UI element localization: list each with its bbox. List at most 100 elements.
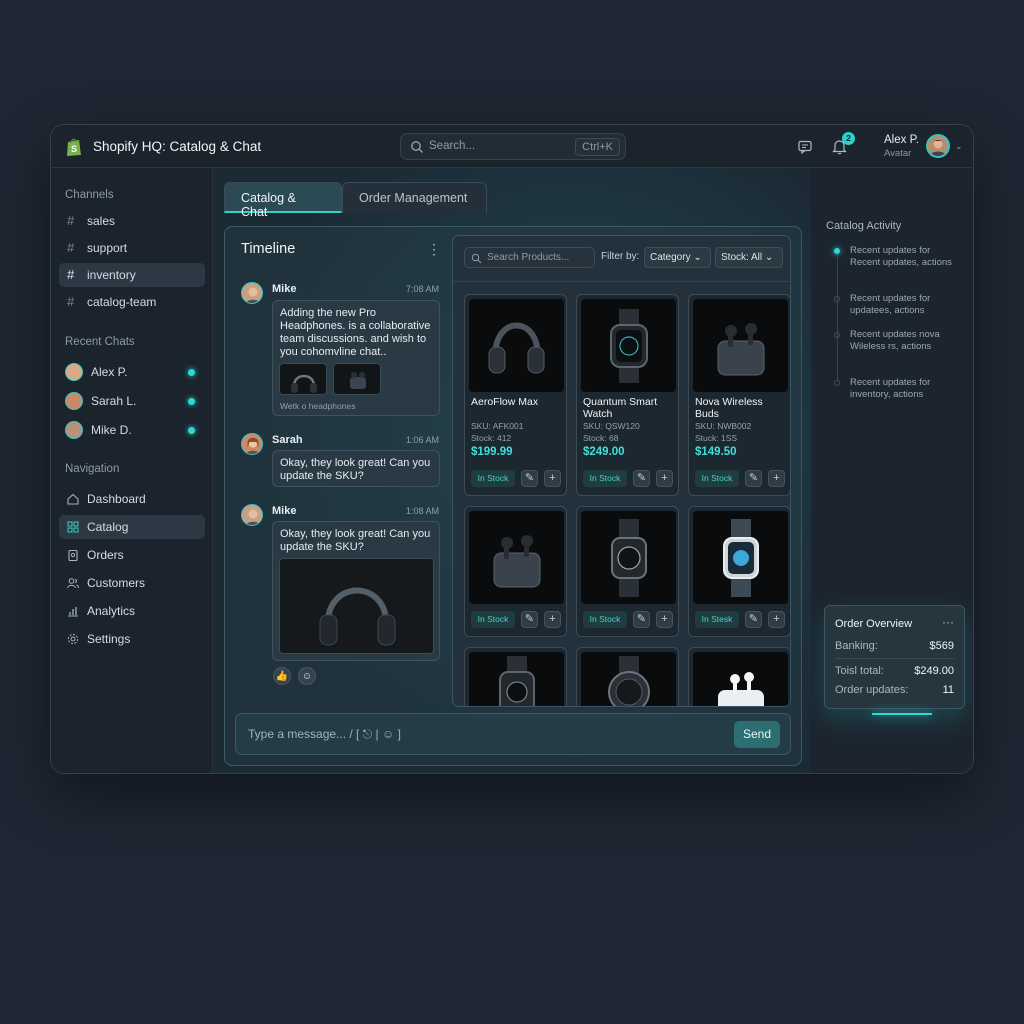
app-window: S Shopify HQ: Catalog & Chat Search... C…: [50, 124, 974, 774]
card-glow: [872, 713, 932, 715]
order-overview-card: Order Overview ··· Banking: $569 Toisl t…: [824, 605, 965, 709]
message-text: Okay, they look great! Can you update th…: [280, 457, 431, 482]
add-reaction-button[interactable]: ☺: [298, 667, 316, 685]
send-button[interactable]: Send: [734, 721, 780, 748]
channel-inventory[interactable]: # inventory: [59, 263, 205, 287]
headphones-thumbnail[interactable]: [279, 363, 327, 395]
nav-catalog[interactable]: Catalog: [59, 515, 205, 539]
product-image: [469, 511, 564, 604]
category-dropdown[interactable]: Category ⌄: [644, 247, 711, 268]
tab-catalog-chat[interactable]: Catalog & Chat: [224, 182, 342, 219]
product-card[interactable]: Quantum Smart Watch SKU: QSW120 Stock: 6…: [576, 294, 679, 496]
timeline-more-icon[interactable]: ⋮: [427, 241, 441, 258]
product-sku: SKU: QSW120: [583, 421, 640, 431]
product-card[interactable]: In Stock ✎ +: [464, 506, 567, 637]
earbuds-thumbnail[interactable]: [333, 363, 381, 395]
thumbs-up-reaction[interactable]: 👍: [273, 667, 291, 685]
product-card[interactable]: In Stesk ✎ +: [688, 506, 790, 637]
product-card[interactable]: AeroFlow Max SKU: AFK001 Stock: 412 $199…: [464, 294, 567, 496]
product-image: [693, 511, 788, 604]
product-name: Quantum Smart Watch: [583, 396, 658, 420]
stock-value: Stock: All: [721, 252, 763, 263]
add-icon[interactable]: +: [544, 470, 561, 487]
timeline-title: Timeline: [241, 241, 296, 257]
in-stock-badge: In Stock: [695, 470, 739, 487]
channel-sales[interactable]: # sales: [59, 209, 205, 233]
edit-icon[interactable]: ✎: [521, 470, 538, 487]
message-time: 1:06 AM: [406, 435, 440, 445]
nav-settings[interactable]: Settings: [59, 627, 205, 651]
activity-dot: [834, 296, 840, 302]
add-icon[interactable]: +: [768, 470, 785, 487]
shopify-logo-icon: S: [67, 138, 81, 156]
in-stock-badge: In Stock: [583, 611, 627, 628]
headphones-image[interactable]: [279, 558, 434, 654]
message-time: 7:08 AM: [406, 284, 440, 294]
product-card[interactable]: Nova Wireless Buds SKU: NWB002 Stuck: 1S…: [688, 294, 790, 496]
product-card[interactable]: In Stock ✎ +: [576, 506, 679, 637]
bar-chart-icon: [68, 607, 78, 617]
recent-chat-alex[interactable]: Alex P.: [59, 360, 205, 384]
user-avatar[interactable]: [926, 134, 950, 158]
edit-icon[interactable]: ✎: [521, 611, 538, 628]
stock-dropdown[interactable]: Stock: All ⌄: [715, 247, 783, 268]
users-icon: [67, 578, 79, 589]
user-name[interactable]: Alex P.: [884, 134, 919, 146]
in-stock-badge: In Stock: [471, 611, 515, 628]
chevron-down-icon: ⌄: [764, 252, 774, 263]
activity-item: Recent updates for inventory, actions: [850, 377, 931, 400]
overview-label: Toisl total:: [835, 665, 884, 677]
nav-analytics[interactable]: Analytics: [59, 599, 205, 623]
overview-value: $569: [929, 640, 954, 652]
activity-dot: [834, 248, 840, 254]
recent-chat-sarah[interactable]: Sarah L.: [59, 389, 205, 413]
nav-label: Customers: [87, 576, 146, 590]
channel-catalog-team[interactable]: # catalog-team: [59, 290, 205, 314]
message-time: 1:08 AM: [406, 506, 440, 516]
recent-chat-mike[interactable]: Mike D.: [59, 418, 205, 442]
tab-order-management[interactable]: Order Management: [342, 182, 487, 213]
nav-customers[interactable]: Customers: [59, 571, 205, 595]
message-bubble: Okay, they look great! Can you update th…: [272, 450, 440, 487]
more-options-icon[interactable]: ···: [942, 615, 954, 629]
sidebar: Channels # sales # support # inventory # cat…: [51, 168, 213, 773]
messages-icon[interactable]: [797, 139, 813, 155]
product-search-input[interactable]: Search Products...: [464, 247, 595, 268]
edit-icon[interactable]: ✎: [633, 611, 650, 628]
activity-item: Recent updates nova Wileless rs, actions: [850, 329, 940, 352]
notification-badge: 2: [842, 132, 855, 145]
overview-value: 11: [942, 684, 954, 696]
category-value: Category: [650, 252, 691, 263]
product-image: [693, 299, 788, 392]
edit-icon[interactable]: ✎: [745, 470, 762, 487]
channel-support[interactable]: # support: [59, 236, 205, 260]
channel-label: inventory: [87, 268, 136, 282]
product-card[interactable]: [688, 647, 790, 706]
product-name: AeroFlow Max: [471, 396, 539, 408]
add-icon[interactable]: +: [544, 611, 561, 628]
nav-orders[interactable]: Orders: [59, 543, 205, 567]
add-icon[interactable]: +: [656, 611, 673, 628]
nav-dashboard[interactable]: Dashboard: [59, 487, 205, 511]
message-author: Sarah: [272, 434, 303, 446]
hash-icon: #: [67, 240, 75, 255]
avatar: [241, 504, 263, 526]
overview-value: $249.00: [914, 665, 954, 677]
avatar: [65, 421, 83, 439]
avatar: [65, 363, 83, 381]
home-icon: [67, 493, 79, 505]
user-menu-chevron-icon[interactable]: ⌄: [955, 141, 963, 152]
navigation-heading: Navigation: [65, 463, 120, 475]
add-icon[interactable]: +: [768, 611, 785, 628]
add-icon[interactable]: +: [656, 470, 673, 487]
global-search-input[interactable]: Search... Ctrl+K: [400, 133, 626, 160]
edit-icon[interactable]: ✎: [745, 611, 762, 628]
message-composer[interactable]: Type a message... / [ ⎋ | ☺ ] Send: [235, 713, 791, 755]
channel-label: support: [87, 241, 128, 255]
product-card[interactable]: [576, 647, 679, 706]
product-card[interactable]: [464, 647, 567, 706]
nav-label: Dashboard: [87, 492, 146, 506]
composer-placeholder: Type a message... / [ ⎋ | ☺ ]: [248, 727, 401, 741]
edit-icon[interactable]: ✎: [633, 470, 650, 487]
user-subtitle: Avatar: [884, 148, 912, 159]
